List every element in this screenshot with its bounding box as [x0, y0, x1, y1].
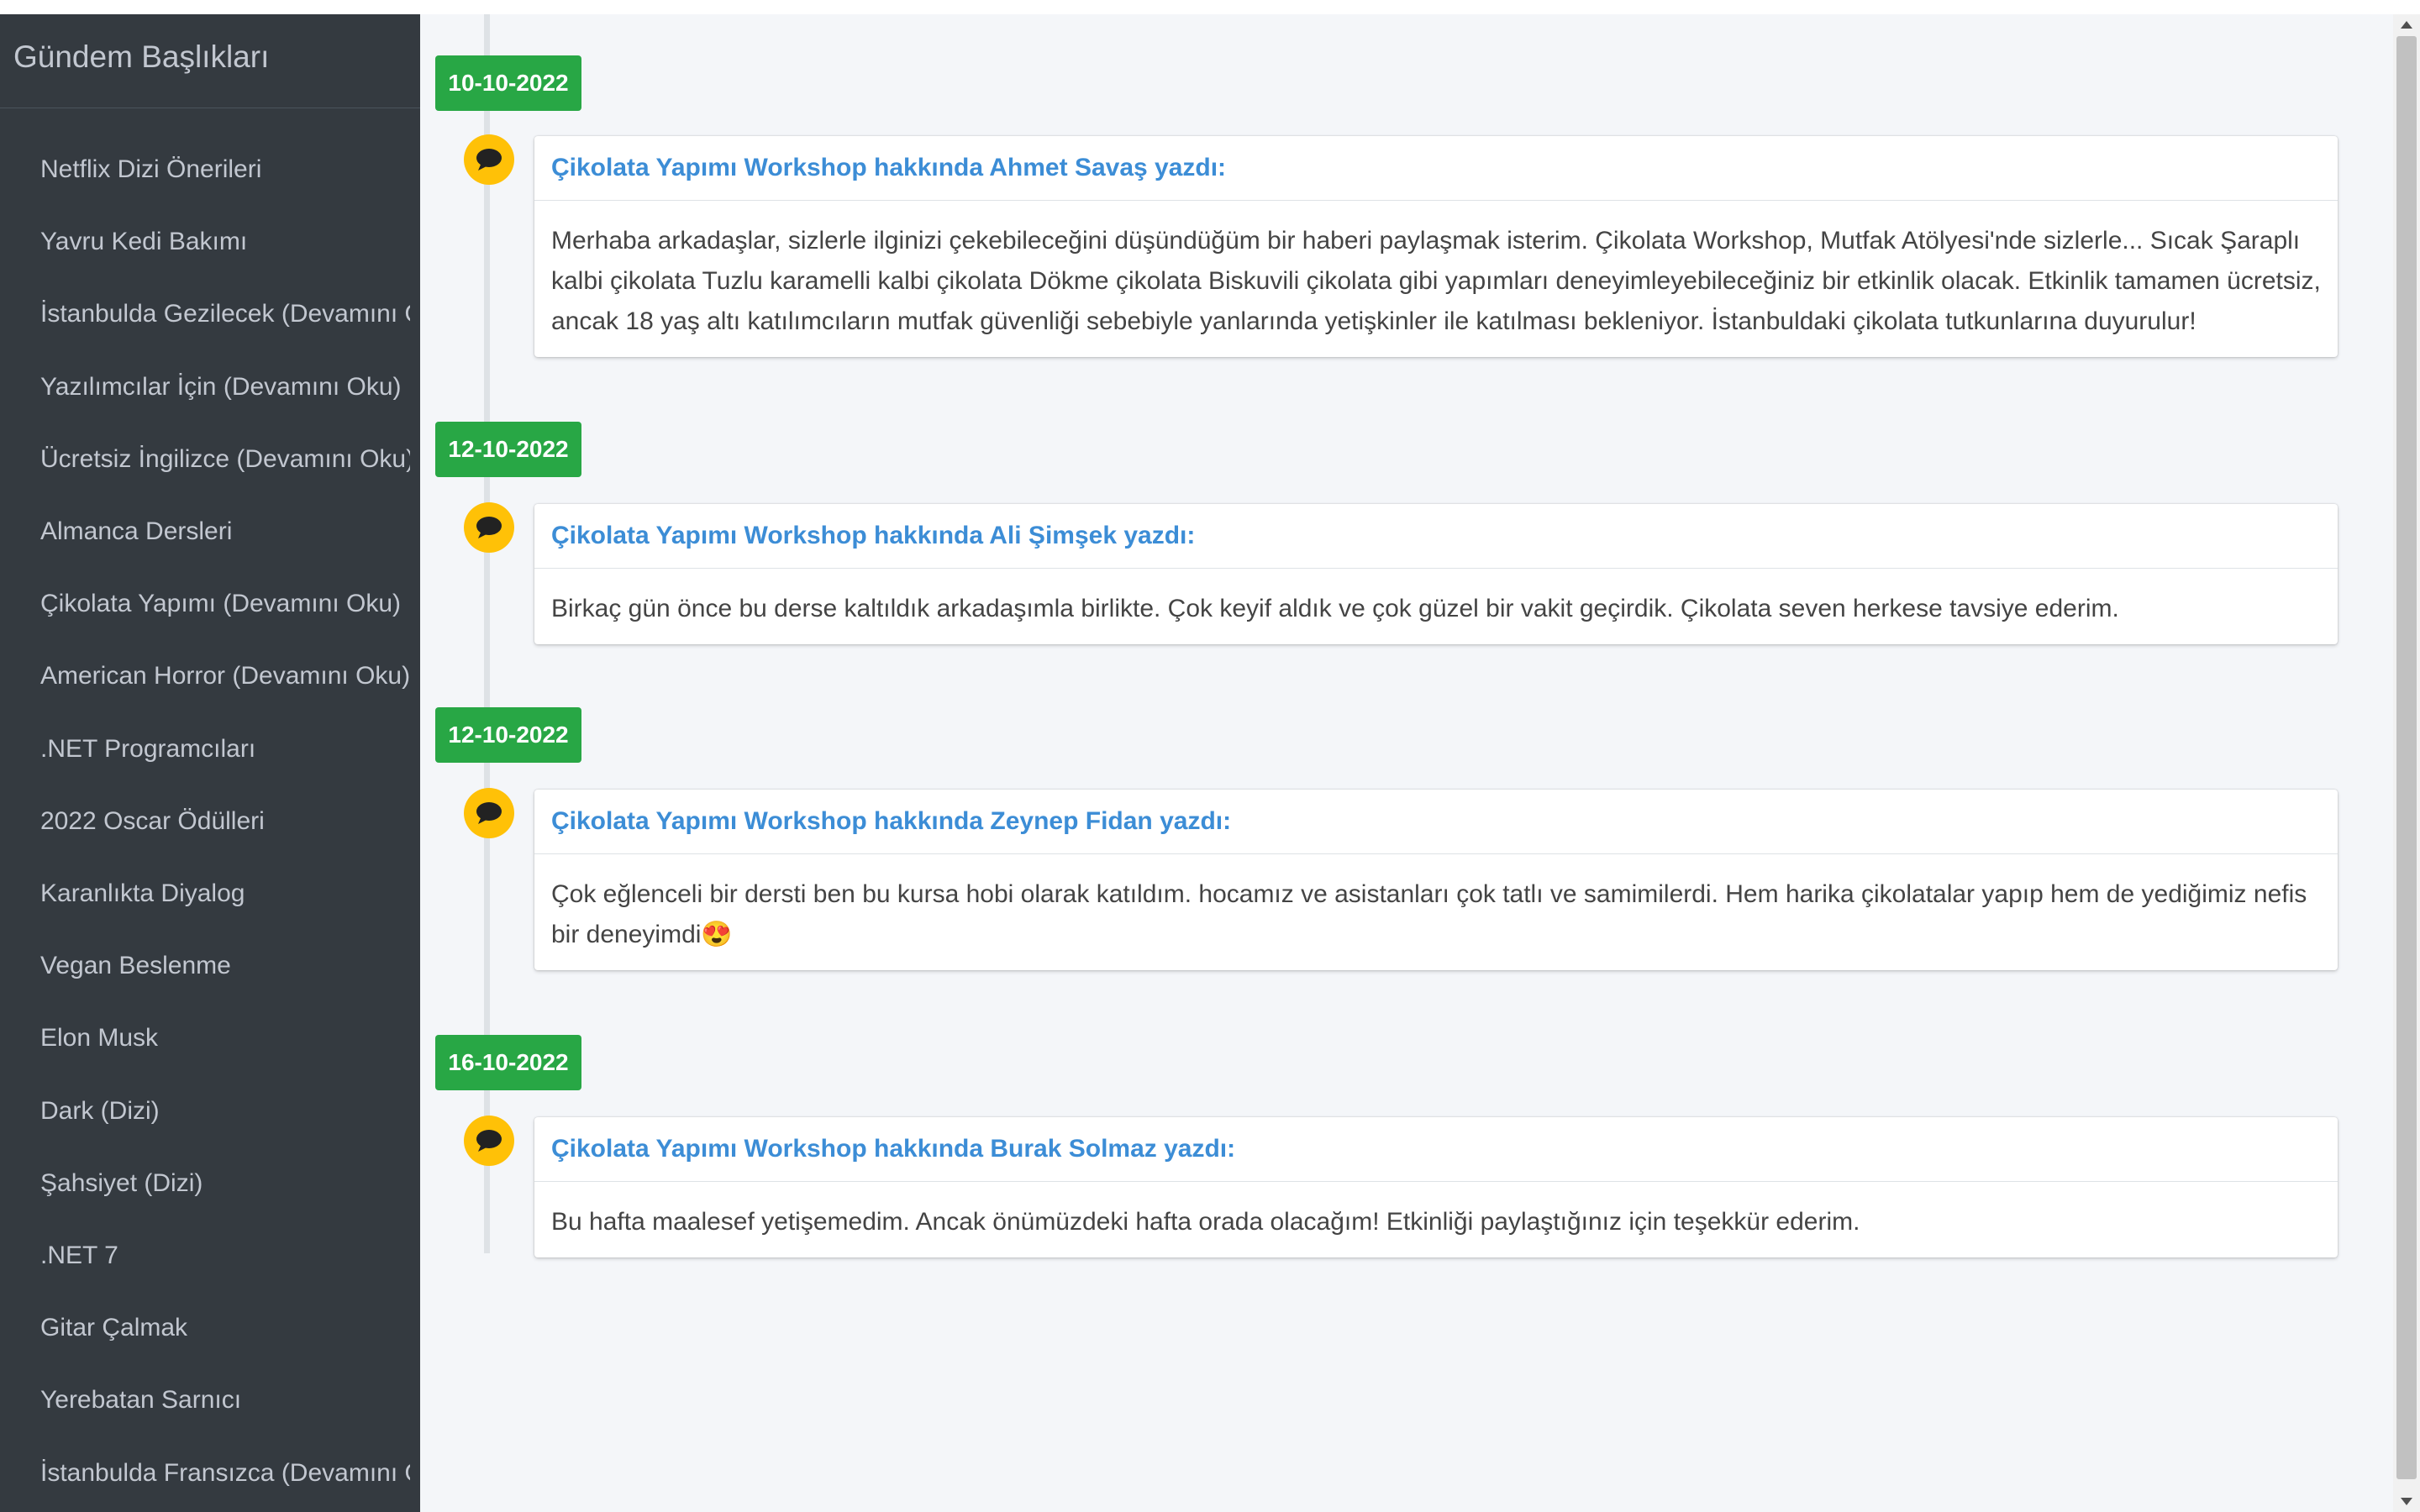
timeline-card: Çikolata Yapımı Workshop hakkında Ahmet …	[534, 136, 2338, 357]
card-title[interactable]: Çikolata Yapımı Workshop hakkında Ali Şi…	[534, 504, 2338, 569]
sidebar-item-net-programcilari[interactable]: .NET Programcıları	[40, 713, 410, 785]
sidebar-item-dark[interactable]: Dark (Dizi)	[40, 1075, 410, 1147]
sidebar-item-yavru-kedi[interactable]: Yavru Kedi Bakımı	[40, 206, 410, 278]
vertical-scrollbar[interactable]	[2393, 14, 2420, 1512]
sidebar-title: Gündem Başlıkları	[0, 14, 420, 108]
sidebar: Gündem Başlıkları Netflix Dizi Önerileri…	[0, 14, 420, 1512]
sidebar-item-yerebatan[interactable]: Yerebatan Sarnıcı	[40, 1364, 410, 1436]
sidebar-item-gitar[interactable]: Gitar Çalmak	[40, 1292, 410, 1364]
timeline-card: Çikolata Yapımı Workshop hakkında Burak …	[534, 1117, 2338, 1257]
date-label: 12-10-2022	[435, 422, 581, 477]
comment-icon	[464, 502, 514, 553]
card-body: Merhaba arkadaşlar, sizlerle ilginizi çe…	[551, 227, 2321, 335]
date-label: 16-10-2022	[435, 1035, 581, 1090]
scroll-thumb[interactable]	[2396, 36, 2417, 1479]
top-strip	[0, 0, 2420, 14]
sidebar-item-sahsiyet[interactable]: Şahsiyet (Dizi)	[40, 1147, 410, 1220]
comment-icon	[464, 788, 514, 838]
sidebar-item-almanca[interactable]: Almanca Dersleri	[40, 496, 410, 568]
sidebar-item-cikolata[interactable]: Çikolata Yapımı (Devamını Oku)	[40, 568, 410, 640]
card-body: Birkaç gün önce bu derse kaltıldık arkad…	[551, 595, 2119, 622]
date-label: 12-10-2022	[435, 707, 581, 763]
sidebar-item-oscar[interactable]: 2022 Oscar Ödülleri	[40, 785, 410, 858]
sidebar-item-karanlikta[interactable]: Karanlıkta Diyalog	[40, 858, 410, 930]
sidebar-item-elon-musk[interactable]: Elon Musk	[40, 1002, 410, 1074]
card-body: Çok eğlenceli bir dersti ben bu kursa ho…	[551, 880, 2307, 948]
timeline-card: Çikolata Yapımı Workshop hakkında Ali Şi…	[534, 504, 2338, 644]
sidebar-item-american-horror[interactable]: American Horror (Devamını Oku)	[40, 640, 410, 712]
comment-icon	[464, 134, 514, 185]
sidebar-item-vegan[interactable]: Vegan Beslenme	[40, 930, 410, 1002]
card-title[interactable]: Çikolata Yapımı Workshop hakkında Ahmet …	[534, 136, 2338, 201]
sidebar-item-yazilimcilar[interactable]: Yazılımcılar İçin (Devamını Oku)	[40, 351, 410, 423]
card-body: Bu hafta maalesef yetişemedim. Ancak önü…	[551, 1208, 1860, 1236]
timeline: 10-10-2022 Çikolata Yapımı Workshop hakk…	[420, 14, 2393, 1512]
sidebar-item-ingilizce[interactable]: Ücretsiz İngilizce (Devamını Oku)	[40, 423, 410, 496]
date-label: 10-10-2022	[435, 55, 581, 111]
comment-icon	[464, 1116, 514, 1166]
sidebar-item-net7[interactable]: .NET 7	[40, 1220, 410, 1292]
card-title[interactable]: Çikolata Yapımı Workshop hakkında Zeynep…	[534, 790, 2338, 854]
card-title[interactable]: Çikolata Yapımı Workshop hakkında Burak …	[534, 1117, 2338, 1182]
timeline-card: Çikolata Yapımı Workshop hakkında Zeynep…	[534, 790, 2338, 970]
sidebar-item-netflix[interactable]: Netflix Dizi Önerileri	[40, 134, 410, 206]
scroll-up-icon[interactable]	[2401, 21, 2412, 29]
scroll-down-icon[interactable]	[2401, 1498, 2412, 1505]
sidebar-item-fransizca[interactable]: İstanbulda Fransızca (Devamını Oku)	[40, 1437, 410, 1509]
sidebar-item-istanbul-gezi[interactable]: İstanbulda Gezilecek (Devamını Oku)	[40, 278, 410, 350]
